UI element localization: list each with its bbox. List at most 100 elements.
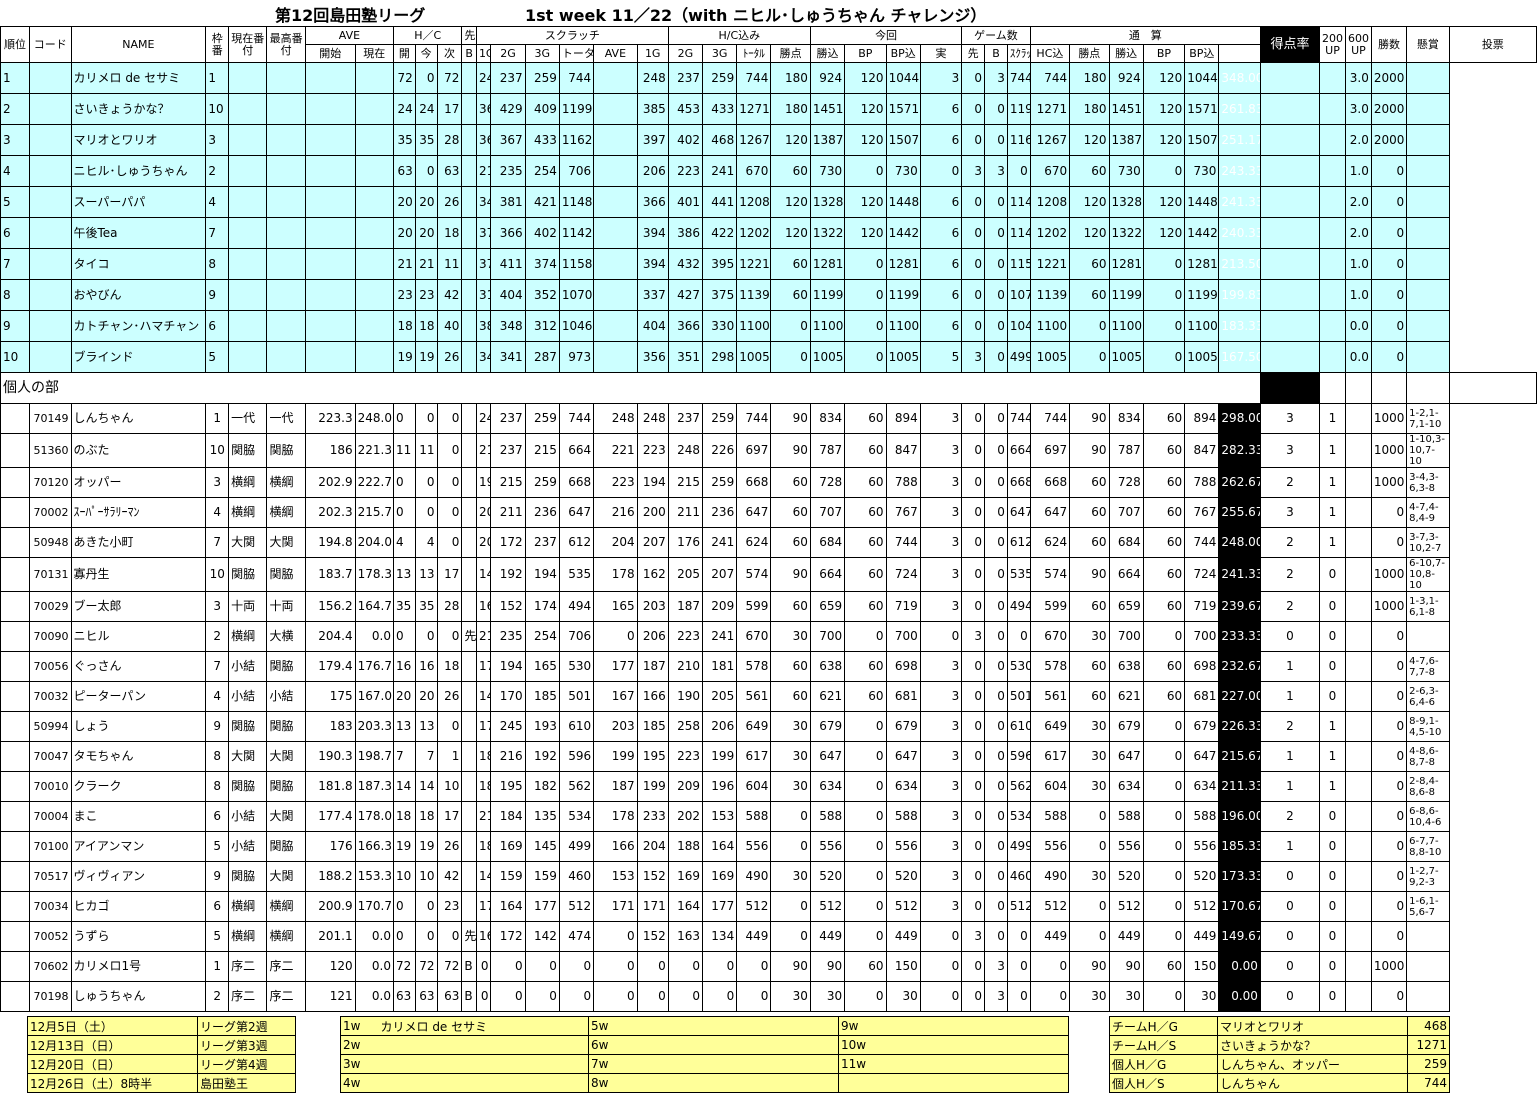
team-wins: 2.0 [1344,217,1372,249]
team-cumulative: 180 [1069,62,1110,94]
indiv-200up: 3 [1259,497,1321,528]
week-winner: カリメロ de セサミ [378,1016,589,1036]
team-frame: 1 [205,62,230,94]
indiv-hc-in: 166 [636,681,669,712]
indiv-games: 0 [961,591,986,622]
team-hc-in: 394 [636,248,669,280]
indiv-code: 70056 [29,651,72,682]
team-scratch: 254 [524,155,560,187]
indiv-vote: 6-10,7-10,8-10 [1406,557,1450,592]
indiv-ave-now: 222.7 [354,467,394,498]
indiv-frame: 7 [205,527,230,558]
indiv-200up: 1 [1259,831,1321,862]
indiv-ave-now: 0.0 [354,981,394,1012]
indiv-600up: 0 [1319,981,1346,1012]
indiv-cumulative: 684 [1108,527,1144,558]
team-this: 120 [844,217,887,249]
indiv-200up: 3 [1259,433,1321,468]
team-best-rank [266,124,306,156]
indiv-games: 0 [961,557,986,592]
indiv-vote: 8-9,1-4,5-10 [1406,711,1450,742]
col-600up: 600 UP [1344,26,1372,63]
indiv-this: 60 [844,591,887,622]
team-prize: 0 [1370,155,1408,187]
indiv-name: クラーク [70,771,207,802]
indiv-wins [1344,681,1372,712]
team-games: 0 [984,93,1008,125]
team-code [29,341,72,373]
indiv-hc: 1 [436,741,463,772]
indiv-this: 90 [770,403,811,434]
individual-row: 70056ぐっさん7小結関脇179.4176.71616181711941655… [0,651,1537,682]
indiv-prize: 1000 [1370,403,1408,434]
team-vote [1406,310,1450,342]
indiv-name: ヴィヴィアン [70,861,207,892]
indiv-cumulative: 520 [1108,861,1144,892]
indiv-games: 0 [984,921,1008,952]
team-this: 1328 [809,186,846,218]
indiv-hc-in: 206 [636,621,669,652]
indiv-games: 0 [961,891,986,922]
indiv-cumulative: 744 [1184,527,1220,558]
indiv-hc-in: 647 [736,497,772,528]
indiv-hc-in: 588 [736,801,772,832]
team-hc-in: 1139 [736,279,772,311]
indiv-scratch: 212 [475,433,492,468]
indiv-scratch: 199 [593,741,638,772]
individual-row: 70002ｽｰﾊﾟｰｻﾗﾘｰﾏﾝ4横綱横綱202.3215.7000200211… [0,497,1537,528]
indiv-frame: 5 [205,921,230,952]
indiv-vote [1406,621,1450,652]
team-200up [1259,155,1321,187]
indiv-cumulative: 494 [1006,591,1031,622]
team-this: 1005 [809,341,846,373]
indiv-ave-now: 0.0 [354,621,394,652]
indiv-scratch: 172 [490,921,526,952]
team-hc: 23 [392,279,416,311]
team-hc-in: 395 [701,248,738,280]
indiv-first-b: B [461,981,477,1012]
individual-row: 50948あきた小町7大関大関194.8204.0440203172237612… [0,527,1537,558]
indiv-wins [1344,951,1372,982]
indiv-scratch: 0 [524,951,560,982]
indiv-cumulative: 556 [1029,831,1071,862]
indiv-games: 0 [984,831,1008,862]
individual-row: 70602 カリメロ1号 1 序二 序二 120 0.0 72 72 72 B 0 0 0 0 0 0 0 0 0 90… [0,951,1537,982]
team-cumulative: 1442 [1184,217,1220,249]
indiv-code: 70010 [29,771,72,802]
team-this: 60 [770,279,811,311]
indiv-prize: 1000 [1370,557,1408,592]
team-hc: 20 [392,186,416,218]
indiv-hc: 18 [392,801,416,832]
indiv-ave-now: 198.7 [354,741,394,772]
team-ave-start [304,93,356,125]
team-row: 10ブラインド519192634534128797335635129810050… [0,341,1537,373]
indiv-best-rank: 関脇 [266,651,306,682]
indiv-scratch: 169 [490,831,526,862]
indiv-games: 3 [919,861,963,892]
indiv-hc: 0 [414,467,438,498]
section-row: 個人の部 [0,372,1537,404]
team-cumulative: 1044 [1184,62,1220,94]
indiv-hc-in: 190 [667,681,703,712]
indiv-games: 0 [984,771,1008,802]
indiv-games: 0 [984,527,1008,558]
team-hc-in: 453 [667,93,703,125]
indiv-scratch: 216 [490,741,526,772]
team-cumulative: 1100 [1029,310,1071,342]
indiv-wins [1344,861,1372,892]
team-200up [1259,310,1321,342]
team-scratch: 973 [558,341,595,373]
team-hc: 63 [436,155,463,187]
indiv-scratch: 0 [593,951,638,982]
indiv-vote: 6-8,6-10,4-6 [1406,801,1450,832]
indiv-hc-in: 223 [667,621,703,652]
indiv-wins [1344,557,1372,592]
indiv-frame: 10 [205,557,230,592]
indiv-prize: 1000 [1370,951,1408,982]
week-winner [628,1073,839,1093]
indiv-best-rank: 大関 [266,801,306,832]
indiv-hc-in: 744 [736,403,772,434]
indiv-this: 60 [844,681,887,712]
indiv-scratch: 237 [524,527,560,558]
team-ave-start [304,310,356,342]
